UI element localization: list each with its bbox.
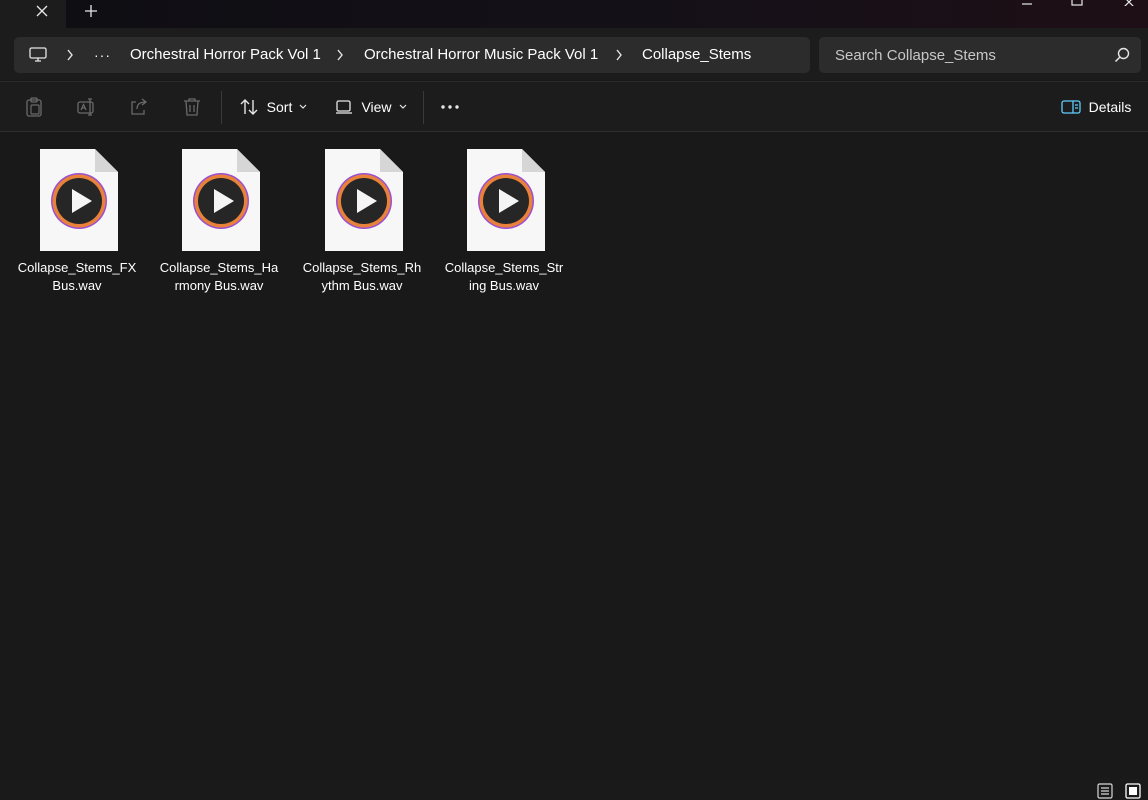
search-box[interactable] bbox=[819, 37, 1141, 73]
rename-button[interactable] bbox=[70, 82, 104, 132]
file-item[interactable]: Collapse_Stems_FX Bus.wav bbox=[17, 148, 137, 298]
details-pane-icon bbox=[1060, 100, 1081, 114]
chevron-down-icon bbox=[399, 104, 406, 109]
plus-icon bbox=[85, 5, 97, 17]
breadcrumb-current[interactable]: Collapse_Stems bbox=[642, 37, 751, 73]
list-view-icon bbox=[1097, 783, 1113, 799]
minimize-icon bbox=[1022, 3, 1032, 5]
sort-button[interactable]: Sort bbox=[230, 82, 316, 132]
toolbar-separator bbox=[221, 91, 222, 124]
file-item[interactable]: Collapse_Stems_Harmony Bus.wav bbox=[159, 148, 279, 298]
large-icons-view-toggle[interactable] bbox=[1124, 782, 1142, 800]
delete-button[interactable] bbox=[176, 82, 208, 132]
chevron-right-icon bbox=[616, 49, 622, 61]
file-item[interactable]: Collapse_Stems_Rhythm Bus.wav bbox=[302, 148, 422, 298]
breadcrumb-separator[interactable] bbox=[332, 37, 348, 73]
command-bar: Sort View Details bbox=[0, 82, 1148, 132]
chevron-down-icon bbox=[299, 104, 307, 109]
breadcrumb-item[interactable]: Orchestral Horror Pack Vol 1 bbox=[130, 37, 321, 73]
paste-icon bbox=[26, 97, 42, 117]
file-name: Collapse_Stems_String Bus.wav bbox=[444, 260, 564, 293]
details-button[interactable]: Details bbox=[1054, 82, 1138, 132]
window-close-button[interactable] bbox=[1114, 0, 1144, 8]
sort-label: Sort bbox=[266, 99, 293, 115]
paste-button[interactable] bbox=[18, 82, 50, 132]
share-button[interactable] bbox=[122, 82, 156, 132]
audio-file-icon bbox=[40, 149, 118, 251]
more-icon bbox=[441, 105, 459, 109]
maximize-button[interactable] bbox=[1062, 0, 1092, 8]
breadcrumb-separator[interactable] bbox=[611, 37, 627, 73]
chevron-right-icon bbox=[67, 49, 73, 61]
share-icon bbox=[131, 98, 148, 115]
close-icon bbox=[1124, 0, 1134, 6]
file-name: Collapse_Stems_FX Bus.wav bbox=[17, 260, 137, 293]
sort-icon bbox=[240, 99, 258, 115]
trash-icon bbox=[184, 98, 200, 116]
audio-file-icon bbox=[467, 149, 545, 251]
maximize-icon bbox=[1071, 0, 1083, 6]
file-item[interactable]: Collapse_Stems_String Bus.wav bbox=[444, 148, 564, 298]
new-tab-button[interactable] bbox=[79, 0, 103, 22]
this-pc-button[interactable] bbox=[26, 37, 50, 73]
search-input[interactable] bbox=[819, 37, 1109, 73]
view-button[interactable]: View bbox=[328, 82, 414, 132]
chevron-right-icon bbox=[337, 49, 343, 61]
address-bar[interactable]: ··· Orchestral Horror Pack Vol 1 Orchest… bbox=[14, 37, 810, 73]
details-view-toggle[interactable] bbox=[1096, 782, 1114, 800]
rename-icon bbox=[77, 98, 94, 116]
audio-file-icon bbox=[182, 149, 260, 251]
audio-file-icon bbox=[325, 149, 403, 251]
close-icon bbox=[36, 5, 48, 17]
tiles-view-icon bbox=[1125, 783, 1141, 799]
search-icon[interactable] bbox=[1113, 46, 1131, 64]
status-bar bbox=[0, 778, 1148, 800]
minimize-button[interactable] bbox=[1012, 0, 1042, 8]
file-view[interactable]: Collapse_Stems_FX Bus.wav Collapse_Stems… bbox=[0, 132, 1148, 778]
breadcrumb-item[interactable]: Orchestral Horror Music Pack Vol 1 bbox=[364, 37, 598, 73]
toolbar-separator bbox=[423, 91, 424, 124]
title-bar bbox=[0, 0, 1148, 28]
file-name: Collapse_Stems_Harmony Bus.wav bbox=[159, 260, 279, 293]
file-name: Collapse_Stems_Rhythm Bus.wav bbox=[302, 260, 422, 293]
computer-icon bbox=[29, 47, 47, 62]
tab-close-button[interactable] bbox=[30, 0, 54, 22]
breadcrumb-overflow[interactable]: ··· bbox=[94, 37, 116, 73]
view-icon bbox=[336, 100, 353, 114]
breadcrumb-separator[interactable] bbox=[62, 37, 78, 73]
details-label: Details bbox=[1088, 99, 1132, 115]
more-options-button[interactable] bbox=[434, 82, 466, 132]
address-row: ··· Orchestral Horror Pack Vol 1 Orchest… bbox=[0, 28, 1148, 80]
view-label: View bbox=[361, 99, 392, 115]
